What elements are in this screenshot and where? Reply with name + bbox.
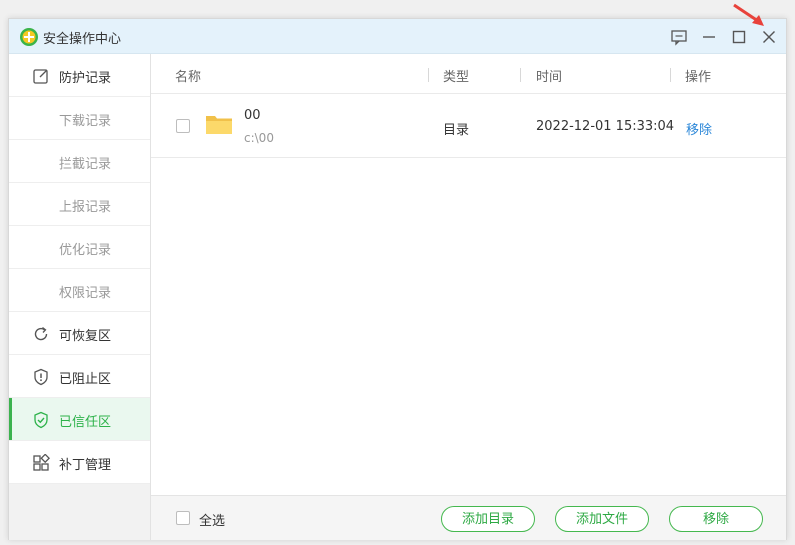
- window-title: 安全操作中心: [43, 32, 122, 47]
- sidebar-item-trusted[interactable]: 已信任区: [9, 398, 150, 441]
- sidebar-item-label: 补丁管理: [59, 458, 112, 473]
- sidebar-item-optimize-log[interactable]: 优化记录: [9, 226, 150, 269]
- column-divider[interactable]: [520, 68, 521, 82]
- column-header-name[interactable]: 名称: [175, 66, 201, 85]
- remove-link[interactable]: 移除: [686, 119, 712, 138]
- sidebar-item-patch-management[interactable]: 补丁管理: [9, 441, 150, 484]
- app-logo-icon: [19, 27, 39, 47]
- refresh-icon: [32, 325, 50, 343]
- app-window: 安全操作中心 防护记录 下载记录 拦截记录 上报记录 优化记录 权限记录 可恢复…: [8, 18, 787, 540]
- item-time: 2022-12-01 15:33:04: [536, 119, 675, 134]
- sidebar: 防护记录 下载记录 拦截记录 上报记录 优化记录 权限记录 可恢复区 已阻止区: [9, 54, 151, 540]
- sidebar-item-label: 下载记录: [59, 114, 112, 129]
- sidebar-item-report-log[interactable]: 上报记录: [9, 183, 150, 226]
- sidebar-item-blocked[interactable]: 已阻止区: [9, 355, 150, 398]
- column-divider[interactable]: [670, 68, 671, 82]
- sidebar-item-download-log[interactable]: 下载记录: [9, 97, 150, 140]
- column-divider[interactable]: [428, 68, 429, 82]
- main-panel: 名称 类型 时间 操作 00 c:\00 目录 2022-12-01 15:33…: [151, 54, 786, 495]
- sidebar-item-label: 上报记录: [59, 200, 112, 215]
- column-header-time[interactable]: 时间: [536, 66, 562, 85]
- sidebar-item-recoverable[interactable]: 可恢复区: [9, 312, 150, 355]
- item-path: c:\00: [244, 131, 274, 145]
- table-header: 名称 类型 时间 操作: [151, 54, 786, 94]
- sidebar-item-label: 权限记录: [59, 286, 112, 301]
- select-all-label[interactable]: 全选: [199, 510, 225, 529]
- shield-alert-icon: [32, 368, 50, 386]
- select-all-checkbox[interactable]: [176, 511, 190, 525]
- edit-icon: [32, 67, 50, 85]
- title-bar: 安全操作中心: [9, 19, 786, 54]
- grid-icon: [32, 453, 51, 472]
- sidebar-item-label: 已阻止区: [59, 372, 112, 387]
- sidebar-item-permission-log[interactable]: 权限记录: [9, 269, 150, 312]
- feedback-icon[interactable]: [668, 26, 690, 48]
- item-type: 目录: [443, 123, 470, 138]
- annotation-arrow-icon: [730, 2, 768, 34]
- shield-check-icon: [32, 411, 50, 429]
- column-header-type[interactable]: 类型: [443, 66, 469, 85]
- footer-bar: 全选 添加目录 添加文件 移除: [151, 495, 786, 540]
- sidebar-item-block-log[interactable]: 拦截记录: [9, 140, 150, 183]
- sidebar-item-label: 已信任区: [59, 415, 112, 430]
- column-header-action: 操作: [685, 70, 712, 85]
- sidebar-item-label: 拦截记录: [59, 157, 112, 172]
- minimize-button[interactable]: [698, 26, 720, 48]
- remove-button[interactable]: 移除: [669, 506, 763, 532]
- item-name: 00: [244, 108, 261, 123]
- sidebar-item-protection-log[interactable]: 防护记录: [9, 54, 150, 97]
- sidebar-item-label: 优化记录: [59, 243, 112, 258]
- table-row[interactable]: 00 c:\00 目录 2022-12-01 15:33:04 移除: [151, 94, 786, 158]
- row-checkbox[interactable]: [176, 119, 190, 133]
- add-file-button[interactable]: 添加文件: [555, 506, 649, 532]
- active-indicator: [9, 398, 12, 440]
- add-directory-button[interactable]: 添加目录: [441, 506, 535, 532]
- folder-icon: [205, 113, 233, 139]
- sidebar-item-label: 可恢复区: [59, 329, 112, 344]
- sidebar-item-label: 防护记录: [59, 71, 112, 86]
